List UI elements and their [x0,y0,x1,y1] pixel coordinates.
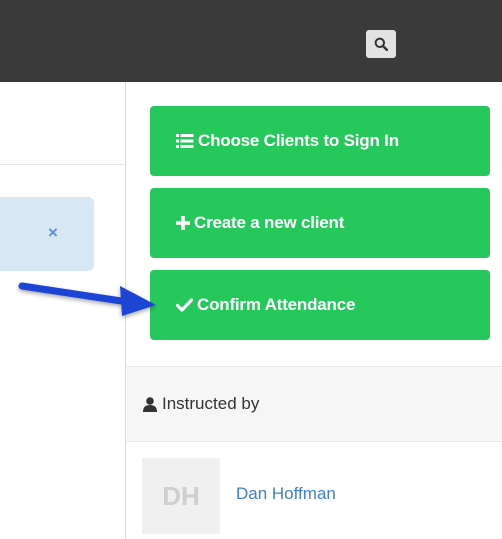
choose-clients-label: Choose Clients to Sign In [198,131,399,150]
choose-clients-button[interactable]: Choose Clients to Sign In [150,106,490,176]
left-divider [0,164,126,165]
left-pane [0,82,126,539]
check-icon [176,298,193,312]
close-icon[interactable]: × [48,224,58,242]
create-client-button[interactable]: Create a new client [150,188,490,258]
list-icon [176,134,194,148]
instructed-by-header: Instructed by [127,366,502,442]
plus-icon [176,216,190,230]
create-client-label: Create a new client [194,213,345,232]
instructed-by-label: Instructed by [162,394,260,413]
confirm-attendance-label: Confirm Attendance [197,295,356,314]
selected-chip: × [0,197,94,271]
search-button[interactable] [366,30,396,58]
confirm-attendance-button[interactable]: Confirm Attendance [150,270,490,340]
search-icon [374,37,388,51]
avatar: DH [142,458,220,534]
instructor-name-link[interactable]: Dan Hoffman [236,484,336,504]
user-icon [143,396,157,412]
top-bar [0,0,502,82]
